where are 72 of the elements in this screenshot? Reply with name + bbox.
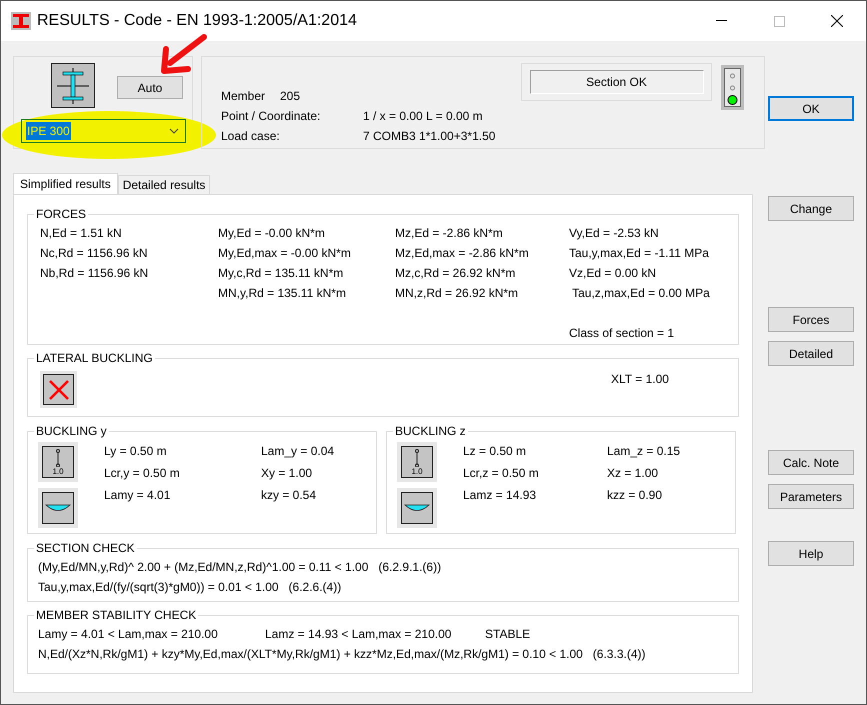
deflection-button[interactable] — [401, 492, 433, 524]
force-value: My,Ed,max = -0.00 kN*m — [218, 245, 352, 261]
lateral-buckling-button[interactable] — [40, 371, 77, 408]
tab[interactable]: Detailed results — [118, 175, 210, 194]
column-icon — [55, 449, 61, 467]
force-value: Mz,c,Rd = 26.92 kN*m — [395, 265, 516, 281]
info-value: 205 — [280, 88, 300, 105]
buckling-length-button[interactable]: 1.0 — [42, 446, 74, 478]
buckling-value: Xz = 1.00 — [607, 465, 660, 481]
chevron-icon — [169, 128, 179, 134]
stability-value: STABLE — [485, 626, 530, 643]
buckling-value: Lz = 0.50 m — [463, 443, 528, 459]
buckling-length-button[interactable]: 1.0 — [401, 446, 433, 478]
force-value: My,Ed = -0.00 kN*m — [218, 225, 326, 241]
buckling-value: Xy = 1.00 — [261, 465, 314, 481]
stability-value: Lamz = 14.93 < Lam,max = 210.00 — [265, 626, 452, 643]
force-value: Mz,Ed = -2.86 kN*m — [395, 225, 504, 241]
check-formula: (My,Ed/MN,y,Rd)^ 2.00 + (Mz,Ed/MN,z,Rd)^1.00 = 0.11 < 1.00 (6.2.9.1.(6)) — [38, 559, 442, 575]
app-icon — [11, 12, 31, 30]
force-value: MN,z,Rd = 26.92 kN*m — [395, 285, 520, 301]
close-icon — [831, 15, 843, 27]
buckling-value: Lcr,y = 0.50 m — [104, 465, 180, 481]
info-label: Member — [221, 88, 266, 105]
auto-button[interactable]: Auto — [117, 76, 183, 99]
side-button[interactable]: OK — [768, 96, 854, 121]
status-field: Section OK — [530, 70, 704, 94]
maximize-icon — [774, 16, 784, 26]
side-button[interactable]: Change — [768, 196, 854, 221]
side-button[interactable]: Parameters — [768, 484, 854, 509]
side-button[interactable]: Detailed — [768, 341, 854, 366]
column-icon — [414, 449, 420, 467]
force-value: Tau,y,max,Ed = -1.11 MPa — [569, 245, 710, 261]
side-button[interactable]: Calc. Note — [768, 450, 854, 475]
check-formula: N,Ed/(Xz*N,Rk/gM1) + kzy*My,Ed,max/(XLT*My,Rk/gM1) + kzz*Mz,Ed,max/(Mz,Rk/gM1) = 0.10 < 1.00 (6.3.3.(4)) — [38, 646, 646, 662]
info-label: Load case: — [221, 128, 281, 145]
minimize-icon — [716, 20, 726, 22]
section-profile-icon — [51, 63, 95, 108]
deflection-curve-icon — [45, 502, 71, 514]
xlt-value: XLT = 1.00 — [611, 372, 669, 386]
buckling-value: Lamy = 4.01 — [104, 487, 172, 503]
force-value: Nb,Rd = 1156.96 kN — [40, 265, 150, 281]
window-title: RESULTS - Code - EN 1993-1:2005/A1:2014 — [37, 11, 357, 31]
buckling-value: kzz = 0.90 — [607, 487, 664, 503]
cross-icon — [48, 378, 70, 400]
info-label: Point / Coordinate: — [221, 108, 322, 125]
force-value: Nc,Rd = 1156.96 kN — [40, 245, 149, 261]
force-value: Tau,z,max,Ed = 0.00 MPa — [571, 285, 710, 301]
info-value: 7 COMB3 1*1.00+3*1.50 — [363, 128, 496, 145]
side-button[interactable]: Forces — [768, 307, 854, 332]
buckling-value: Lamz = 14.93 — [463, 487, 538, 503]
section-dropdown[interactable]: IPE 300 — [21, 119, 186, 143]
stability-value: Lamy = 4.01 < Lam,max = 210.00 — [38, 626, 219, 643]
buckling-value: Lam_y = 0.04 — [261, 443, 334, 459]
tab[interactable]: Simplified results — [13, 173, 118, 194]
deflection-curve-icon — [404, 502, 430, 514]
buckling-value: kzy = 0.54 — [261, 487, 318, 503]
section-class: Class of section = 1 — [569, 326, 674, 340]
side-button[interactable]: Help — [768, 541, 854, 566]
buckling-value: Lam_z = 0.15 — [607, 443, 680, 459]
force-value: N,Ed = 1.51 kN — [40, 225, 123, 241]
annotation-arrow — [160, 33, 210, 75]
buckling-value: Ly = 0.50 m — [104, 443, 168, 459]
force-value: Mz,Ed,max = -2.86 kN*m — [395, 245, 530, 261]
check-formula: Tau,y,max,Ed/(fy/(sqrt(3)*gM0)) = 0.01 < 1.00 (6.2.6.(4)) — [38, 579, 342, 595]
force-value: Vy,Ed = -2.53 kN — [569, 225, 660, 241]
force-value: My,c,Rd = 135.11 kN*m — [218, 265, 344, 281]
force-value: MN,y,Rd = 135.11 kN*m — [218, 285, 347, 301]
force-value: Vz,Ed = 0.00 kN — [569, 265, 658, 281]
info-value: 1 / x = 0.00 L = 0.00 m — [363, 108, 483, 125]
buckling-value: Lcr,z = 0.50 m — [463, 465, 539, 481]
deflection-button[interactable] — [42, 492, 74, 524]
traffic-light-icon — [721, 65, 744, 110]
